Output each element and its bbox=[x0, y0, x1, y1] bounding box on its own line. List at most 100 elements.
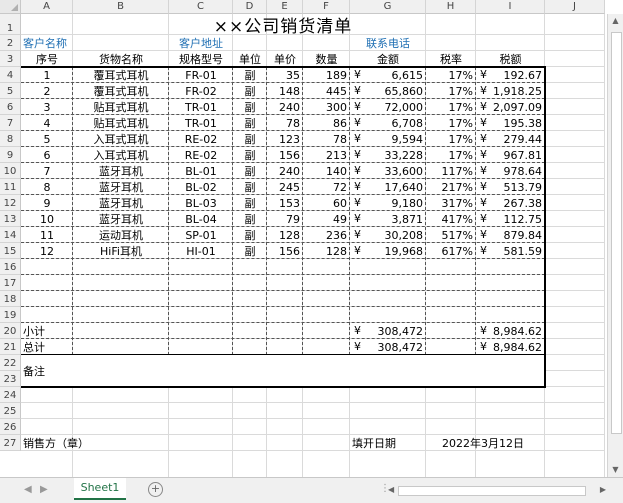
currency-symbol: ¥ bbox=[354, 324, 361, 337]
sheet-tab-sheet1[interactable]: Sheet1 bbox=[74, 478, 126, 500]
horizontal-scroll-thumb[interactable] bbox=[398, 486, 586, 496]
currency-symbol: ¥ bbox=[480, 116, 487, 129]
item-model-cell: BL-01 bbox=[185, 164, 217, 178]
row-header-13[interactable]: 13 bbox=[0, 211, 21, 227]
column-header-j[interactable]: J bbox=[545, 0, 605, 14]
row-header-15[interactable]: 15 bbox=[0, 243, 21, 259]
table-border-dashed bbox=[21, 258, 545, 259]
item-price-cell: 128 bbox=[279, 228, 300, 242]
row-header-2[interactable]: 2 bbox=[0, 35, 21, 51]
column-header-h[interactable]: H bbox=[426, 0, 476, 14]
item-no-cell: 3 bbox=[43, 100, 51, 114]
item-name-cell: 入耳式耳机 bbox=[93, 133, 149, 146]
row-header-26[interactable]: 26 bbox=[0, 419, 21, 435]
row-header-8[interactable]: 8 bbox=[0, 131, 21, 147]
row-header-1[interactable]: 1 bbox=[0, 14, 21, 35]
table-header-cell: 单价 bbox=[274, 53, 296, 66]
row-header-23[interactable]: 23 bbox=[0, 371, 21, 387]
currency-symbol: ¥ bbox=[480, 180, 487, 193]
item-qty-cell: 140 bbox=[326, 164, 347, 178]
item-no-cell: 5 bbox=[43, 132, 51, 146]
row-header-22[interactable]: 22 bbox=[0, 355, 21, 371]
item-no-cell: 6 bbox=[43, 148, 51, 162]
currency-symbol: ¥ bbox=[354, 148, 361, 161]
table-border-thick bbox=[21, 386, 545, 388]
row-header-21[interactable]: 21 bbox=[0, 339, 21, 355]
row-header-10[interactable]: 10 bbox=[0, 163, 21, 179]
row-header-6[interactable]: 6 bbox=[0, 99, 21, 115]
vertical-scrollbar[interactable]: ▲ ▼ bbox=[607, 14, 623, 477]
column-header-a[interactable]: A bbox=[21, 0, 73, 14]
total-amount-cell: 308,472 bbox=[377, 340, 424, 354]
item-no-cell: 7 bbox=[43, 164, 51, 178]
table-border-thick bbox=[21, 66, 545, 68]
vertical-scroll-thumb[interactable] bbox=[611, 32, 622, 434]
item-rate-cell: 517% bbox=[441, 228, 473, 242]
scroll-left-icon[interactable]: ◀ bbox=[388, 484, 394, 496]
table-header-cell: 规格型号 bbox=[179, 53, 223, 66]
table-border-dashed bbox=[21, 194, 545, 195]
scroll-down-icon[interactable]: ▼ bbox=[608, 463, 623, 477]
column-header-b[interactable]: B bbox=[73, 0, 169, 14]
row-header-16[interactable]: 16 bbox=[0, 259, 21, 275]
table-border-dashed bbox=[349, 67, 350, 355]
column-header-g[interactable]: G bbox=[350, 0, 426, 14]
item-price-cell: 240 bbox=[279, 100, 300, 114]
item-name-cell: 入耳式耳机 bbox=[93, 149, 149, 162]
fill-date-value: 2022年3月12日 bbox=[442, 437, 524, 450]
row-header-19[interactable]: 19 bbox=[0, 307, 21, 323]
row-header-27[interactable]: 27 bbox=[0, 435, 21, 451]
table-header-cell: 税率 bbox=[440, 53, 462, 66]
spreadsheet-window: A B C D E F G H I J 1 2 3 4 5 6 7 8 9 10 11 12 13 14 15 16 17 18 19 2… bbox=[0, 0, 623, 503]
row-header-20[interactable]: 20 bbox=[0, 323, 21, 339]
item-name-cell: 运动耳机 bbox=[99, 229, 143, 242]
item-no-cell: 2 bbox=[43, 84, 51, 98]
row-header-4[interactable]: 4 bbox=[0, 67, 21, 83]
row-header-12[interactable]: 12 bbox=[0, 195, 21, 211]
sheet-title: ××公司销货清单 bbox=[213, 17, 353, 37]
row-header-7[interactable]: 7 bbox=[0, 115, 21, 131]
row-header-3[interactable]: 3 bbox=[0, 51, 21, 67]
row-header-11[interactable]: 11 bbox=[0, 179, 21, 195]
item-qty-cell: 213 bbox=[326, 148, 347, 162]
row-header-14[interactable]: 14 bbox=[0, 227, 21, 243]
item-name-cell: 覆耳式耳机 bbox=[93, 69, 149, 82]
item-rate-cell: 617% bbox=[441, 244, 473, 258]
table-border-dashed bbox=[21, 306, 545, 307]
table-header-cell: 序号 bbox=[36, 53, 58, 66]
select-all-corner[interactable] bbox=[0, 0, 21, 14]
item-amount-cell: 9,594 bbox=[391, 132, 424, 146]
row-header-24[interactable]: 24 bbox=[0, 387, 21, 403]
column-header-i[interactable]: I bbox=[476, 0, 545, 14]
row-header-5[interactable]: 5 bbox=[0, 83, 21, 99]
currency-symbol: ¥ bbox=[354, 132, 361, 145]
scroll-up-icon[interactable]: ▲ bbox=[608, 14, 623, 28]
horizontal-scrollbar[interactable]: ⋮ ◀ ▶ bbox=[380, 483, 608, 496]
table-border-dashed bbox=[21, 114, 545, 115]
item-no-cell: 9 bbox=[43, 196, 51, 210]
currency-symbol: ¥ bbox=[354, 84, 361, 97]
item-qty-cell: 60 bbox=[333, 196, 347, 210]
table-header-cell: 货物名称 bbox=[99, 53, 143, 66]
row-header-9[interactable]: 9 bbox=[0, 147, 21, 163]
row-header-18[interactable]: 18 bbox=[0, 291, 21, 307]
table-border-dashed bbox=[21, 178, 545, 179]
item-rate-cell: 417% bbox=[441, 212, 473, 226]
plus-circle-icon[interactable]: + bbox=[148, 482, 163, 497]
currency-symbol: ¥ bbox=[480, 148, 487, 161]
item-price-cell: 153 bbox=[279, 196, 300, 210]
item-price-cell: 240 bbox=[279, 164, 300, 178]
triangle-left-icon[interactable]: ◀ bbox=[24, 484, 32, 495]
seller-label: 销售方（章） bbox=[23, 437, 89, 450]
row-header-17[interactable]: 17 bbox=[0, 275, 21, 291]
triangle-right-icon[interactable]: ▶ bbox=[40, 484, 48, 495]
table-border-dashed bbox=[21, 162, 545, 163]
row-header-25[interactable]: 25 bbox=[0, 403, 21, 419]
customer-name-label: 客户名称 bbox=[23, 37, 67, 50]
item-rate-cell: 317% bbox=[441, 196, 473, 210]
item-name-cell: 贴耳式耳机 bbox=[93, 101, 149, 114]
table-border-dashed bbox=[21, 146, 545, 147]
item-amount-cell: 30,208 bbox=[384, 228, 424, 242]
scroll-right-icon[interactable]: ▶ bbox=[600, 484, 606, 496]
item-name-cell: 蓝牙耳机 bbox=[99, 165, 143, 178]
